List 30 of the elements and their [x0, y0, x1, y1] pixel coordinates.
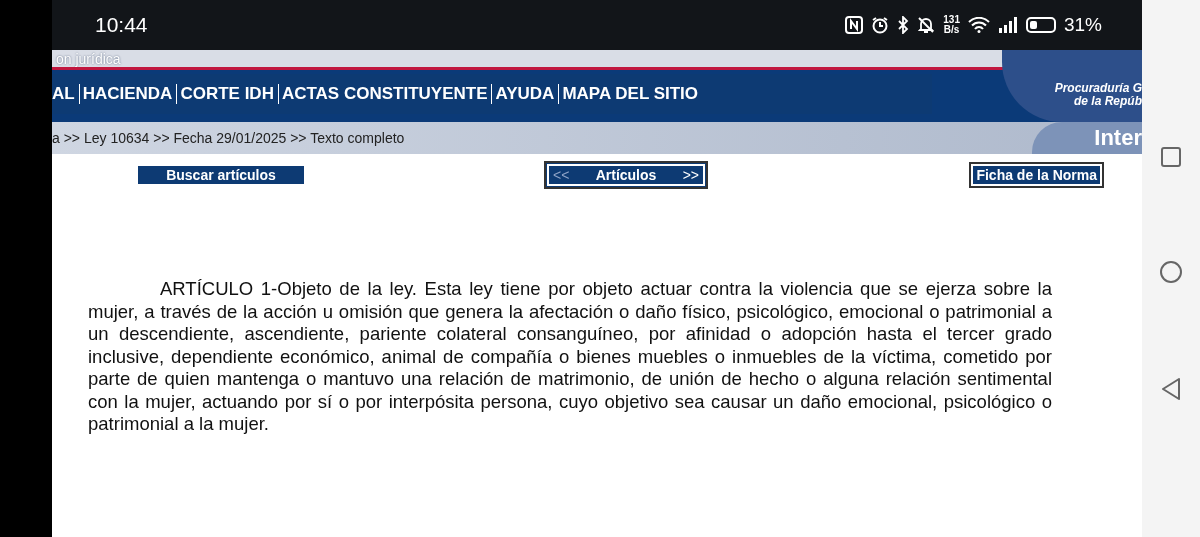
record-button[interactable]: Ficha de la Norma: [971, 164, 1102, 186]
agency-name: de la Repúb: [1074, 95, 1142, 108]
muted-bell-icon: [917, 16, 936, 34]
home-icon[interactable]: [1159, 260, 1183, 285]
back-icon[interactable]: [1160, 376, 1182, 401]
previous-link[interactable]: <<: [553, 167, 570, 183]
menu-item[interactable]: HACIENDA: [78, 84, 177, 104]
menu-item[interactable]: MAPA DEL SITIO: [558, 84, 703, 104]
menu-item[interactable]: AL: [52, 84, 79, 104]
menu-item[interactable]: AYUDA: [491, 84, 559, 104]
clock-time: 10:44: [95, 13, 148, 37]
section-title: Inter: [1032, 122, 1142, 154]
signal-icon: [997, 17, 1018, 33]
network-speed-value: 131: [943, 15, 960, 25]
recents-icon[interactable]: [1160, 146, 1182, 169]
agency-name: Procuraduría G: [1054, 82, 1142, 95]
nfc-icon: [845, 16, 864, 34]
wifi-icon: [967, 17, 990, 33]
alarm-icon: [871, 16, 890, 34]
breadcrumb: a >> Ley 10634 >> Fecha 29/01/2025 >> Texto completo: [52, 130, 405, 146]
battery-percent: 31%: [1063, 14, 1102, 36]
articles-link[interactable]: Artículos: [595, 167, 657, 183]
search-articles-button[interactable]: Buscar artículos: [138, 166, 304, 184]
battery-icon: [1025, 17, 1056, 33]
menu-item[interactable]: CORTE IDH: [176, 84, 278, 104]
article-text: ARTÍCULO 1-Objeto de la ley. Esta ley tiene por objeto actuar contra la violencia que se ejerza sobre la mujer, a través de la acción u omisión que genera la afectación o daño físico, psicológico, emocional o patrimonial a un descendiente, ascendiente, pariente colateral consanguíneo, por afinidad o adopción hasta el tercer grado inclusive, dependiente económico, animal de compañía o bienes muebles o inmuebles de la víctima, cometido por parte de quien mantenga o mantuvo una relación de matrimonio, de unión de hecho o alguna relación sentimental con la mujer, actuando por sí o por interpósita persona, cuyo objetivo sea causar un daño emocional, psicológico o patrimonial a la mujer.: [88, 278, 1052, 436]
menu-item[interactable]: ACTAS CONSTITUYENTE: [277, 84, 492, 104]
bluetooth-icon: [897, 16, 910, 34]
network-speed-unit: B/s: [943, 25, 960, 35]
next-link[interactable]: >>: [682, 167, 699, 183]
